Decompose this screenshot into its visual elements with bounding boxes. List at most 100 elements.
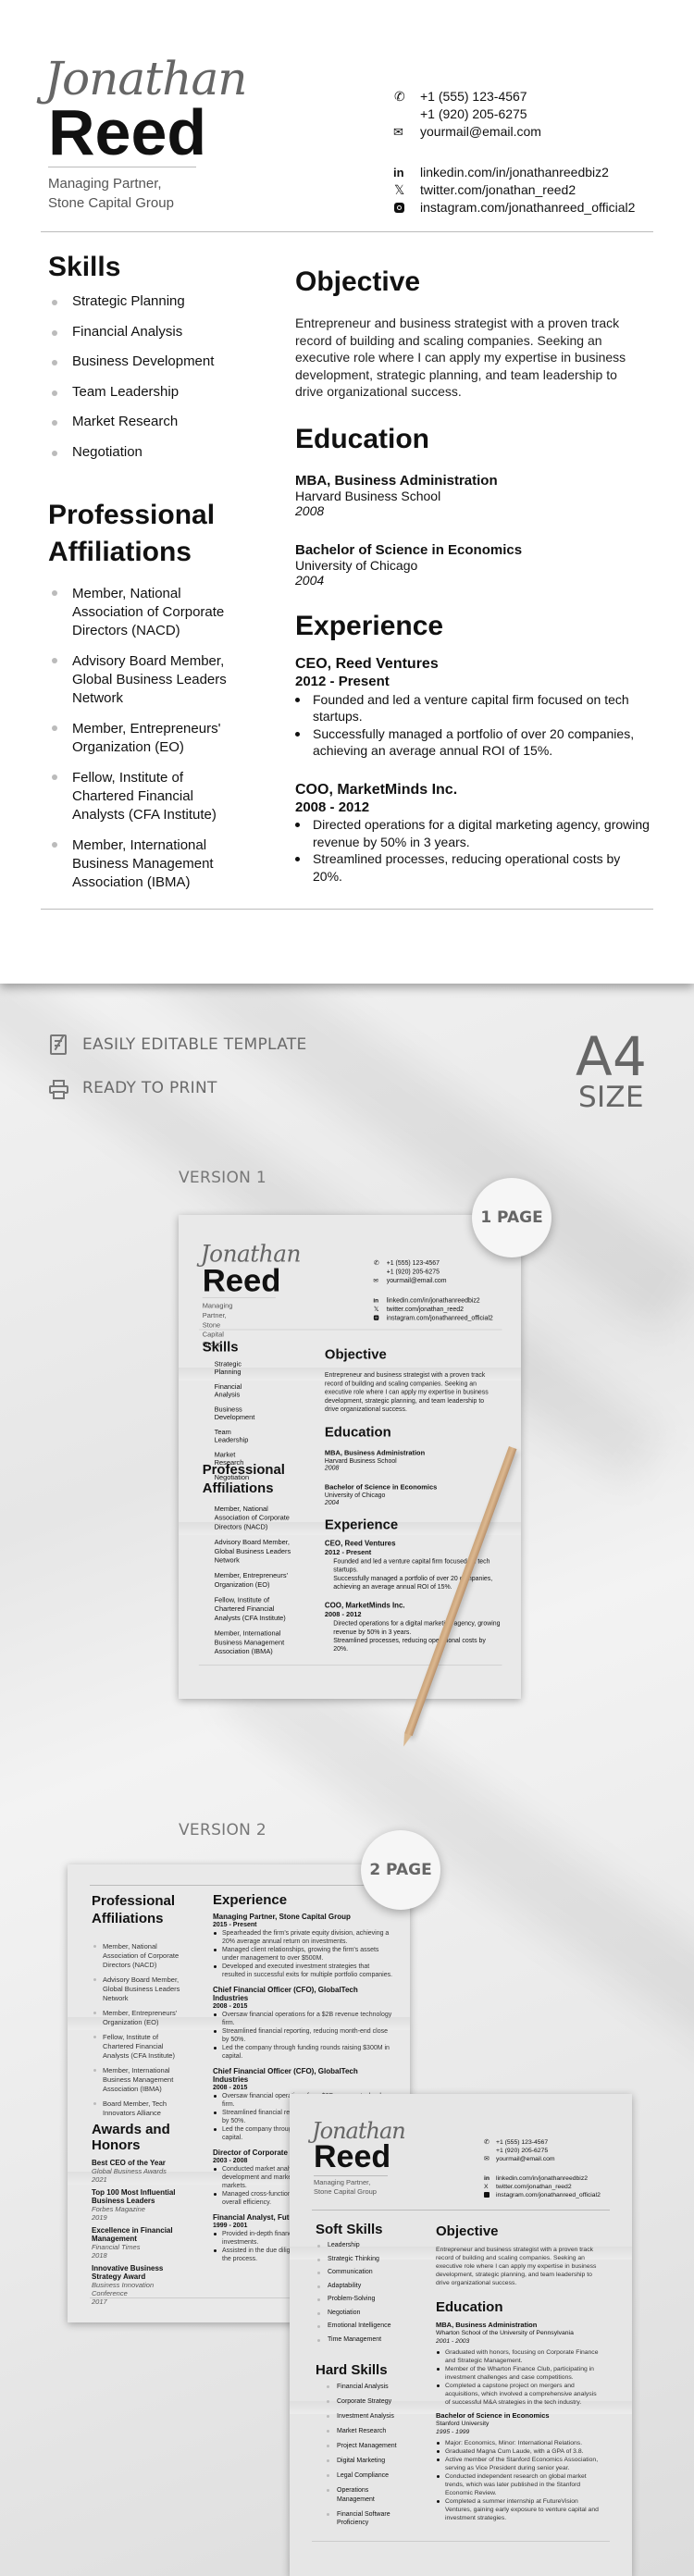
v2-affiliations-list: Member, National Association of Corporat… xyxy=(92,1942,184,2124)
soft-skill-item: Communication xyxy=(316,2269,391,2275)
award-entry: Best CEO of the Year Global Business Awar… xyxy=(92,2159,184,2184)
affiliation-item: Member, National Association of Corporat… xyxy=(48,585,242,640)
soft-skill-item: Problem-Solving xyxy=(316,2296,391,2302)
v2-education-bullet: Member of the Wharton Finance Club, part… xyxy=(436,2365,602,2382)
skills-heading: Skills xyxy=(202,1339,239,1355)
twitter-link[interactable]: twitter.com/jonathan_reed2 xyxy=(420,182,576,197)
instagram-link[interactable]: instagram.com/jonathanreed_official2 xyxy=(387,1314,493,1321)
v2-experience-bullet: Streamlined financial reporting, reducin… xyxy=(213,2027,393,2044)
affiliations-heading-line1: Professional xyxy=(202,1462,285,1478)
resume-page: Jonathan Reed Managing Partner, Stone Ca… xyxy=(0,0,694,984)
v2-affiliation-item: Board Member, Tech Innovators Alliance xyxy=(92,2099,184,2118)
v2-education-bullet: Completed a capstone project on mergers … xyxy=(436,2382,602,2407)
objective-text: Entrepreneur and business strategist wit… xyxy=(295,316,626,399)
hard-skill-item: Operations Management xyxy=(325,2486,399,2504)
experience-dates: 2012 - Present xyxy=(295,674,390,689)
instagram-link[interactable]: instagram.com/jonathanreed_official2 xyxy=(420,200,635,215)
objective-heading: Objective xyxy=(295,266,421,297)
email-icon: ✉ xyxy=(393,125,403,139)
experience-entry: CEO, Reed Ventures 2012 - Present Founded … xyxy=(295,654,651,760)
skills-heading: Skills xyxy=(48,252,121,282)
v2-education-degree: MBA, Business Administration xyxy=(436,2321,538,2329)
email-link[interactable]: yourmail@email.com xyxy=(387,1276,447,1283)
x-twitter-icon: 𝕏 xyxy=(373,1305,379,1313)
v2-experience-bullet: Spearheaded the firm's private equity di… xyxy=(213,1929,393,1946)
phone-secondary[interactable]: +1 (920) 205-6275 xyxy=(420,106,527,121)
feature-editable: EASILY EDITABLE TEMPLATE xyxy=(82,1035,307,1054)
education-year: 2004 xyxy=(295,573,325,588)
hard-skill-item: Legal Compliance xyxy=(325,2471,399,2481)
edit-document-icon xyxy=(50,1034,67,1055)
skill-item: Market Research xyxy=(48,414,214,429)
skill-item: Strategic Planning xyxy=(203,1360,255,1376)
hard-skill-item: Financial Software Proficiency xyxy=(325,2510,399,2528)
version1-preview: Jonathan Reed Managing Partner, Stone Ca… xyxy=(179,1215,521,1699)
award-year: 2018 xyxy=(92,2251,107,2260)
soft-skill-item: Adaptability xyxy=(316,2283,391,2289)
linkedin-link[interactable]: linkedin.com/in/jonathanreedbiz2 xyxy=(420,165,609,180)
v2-education-bullets: Major: Economics, Minor: International R… xyxy=(436,2439,602,2522)
education-school: University of Chicago xyxy=(295,558,418,573)
education-school: Harvard Business School xyxy=(295,489,441,503)
a4-label: A4 xyxy=(576,1025,648,1088)
affiliation-item: Advisory Board Member, Global Business L… xyxy=(48,652,242,708)
v2-education-bullet: Conducted independent research on global… xyxy=(436,2472,602,2497)
job-title: Managing Partner, Stone Capital Group xyxy=(48,174,174,213)
v2-education-entry: Bachelor of Science in Economics Stanford… xyxy=(436,2411,602,2522)
v2-education-bullet: Graduated Magna Cum Laude, with a GPA of… xyxy=(436,2447,602,2456)
x-twitter-icon: 𝕏 xyxy=(394,182,405,197)
phone-primary[interactable]: +1 (555) 123-4567 xyxy=(420,89,527,104)
award-year: 2019 xyxy=(92,2213,107,2222)
v2-experience-bullet: Developed and executed investment strate… xyxy=(213,1963,393,1979)
v2-education-bullet: Completed a summer internship at FutureV… xyxy=(436,2497,602,2522)
experience-role: COO, MarketMinds Inc. xyxy=(324,1602,405,1610)
affiliation-item: Member, International Business Managemen… xyxy=(48,836,242,892)
skill-item: Financial Analysis xyxy=(48,324,214,340)
education-school: Harvard Business School xyxy=(324,1456,397,1465)
skill-item: Financial Analysis xyxy=(203,1382,255,1398)
header-divider xyxy=(41,231,653,232)
size-label: SIZE xyxy=(578,1081,644,1114)
experience-bullets: Directed operations for a digital market… xyxy=(325,1619,502,1653)
skill-item: Business Development xyxy=(203,1406,255,1421)
experience-role: CEO, Reed Ventures xyxy=(295,656,439,672)
v2-education-entry: MBA, Business Administration Wharton Scho… xyxy=(436,2321,602,2407)
affiliation-item: Advisory Board Member, Global Business L… xyxy=(203,1538,299,1566)
experience-heading: Experience xyxy=(324,1517,399,1533)
experience-role: COO, MarketMinds Inc. xyxy=(295,781,458,798)
soft-skill-item: Emotional Intelligence xyxy=(316,2322,391,2329)
linkedin-link[interactable]: linkedin.com/in/jonathanreedbiz2 xyxy=(387,1296,480,1304)
phone-icon: ✆ xyxy=(373,1258,379,1267)
twitter-link[interactable]: twitter.com/jonathan_reed2 xyxy=(387,1306,464,1313)
v2-experience-role: Managing Partner, Stone Capital Group xyxy=(213,1913,351,1921)
experience-entry: COO, MarketMinds Inc. 2008 - 2012 Directed… xyxy=(325,1601,502,1653)
v2-experience-bullet: Managed client relationships, growing th… xyxy=(213,1946,393,1963)
experience-bullet: Streamlined processes, reducing operatio… xyxy=(325,1636,502,1653)
award-org: Business Innovation Conference xyxy=(92,2281,155,2297)
phone-primary[interactable]: +1 (555) 123-4567 xyxy=(387,1259,440,1267)
v2-affiliation-item: Member, Entrepreneurs' Organization (EO) xyxy=(92,2009,184,2027)
v2-education-year: 1995 - 1999 xyxy=(436,2429,470,2435)
feature-print: READY TO PRINT xyxy=(82,1079,217,1097)
education-degree: MBA, Business Administration xyxy=(324,1448,426,1457)
affiliations-heading-line1: Professional xyxy=(48,500,216,530)
awards-heading: Awards and Honors xyxy=(92,2122,170,2153)
phone-secondary[interactable]: +1 (920) 205-6275 xyxy=(387,1268,440,1275)
soft-skills-heading: Soft Skills xyxy=(316,2222,383,2237)
award-org: Forbes Magazine xyxy=(92,2205,145,2213)
v2-education-degree: Bachelor of Science in Economics xyxy=(436,2411,550,2420)
v2-affiliation-item: Member, National Association of Corporat… xyxy=(92,1942,184,1970)
version1-label: VERSION 1 xyxy=(179,1169,267,1187)
hard-skill-item: Market Research xyxy=(325,2427,399,2436)
soft-skill-item: Leadership xyxy=(316,2242,391,2248)
v2-education-school: Wharton School of the University of Penn… xyxy=(436,2330,574,2336)
hard-skills-heading: Hard Skills xyxy=(316,2362,388,2378)
skill-item: Team Leadership xyxy=(48,384,214,400)
v2-affiliation-item: Advisory Board Member, Global Business L… xyxy=(92,1975,184,2003)
hard-skill-item: Project Management xyxy=(325,2442,399,2451)
email-link[interactable]: yourmail@email.com xyxy=(420,124,541,139)
award-org: Global Business Awards xyxy=(92,2167,167,2175)
skill-item: Team Leadership xyxy=(203,1428,255,1443)
version2-badge: 2 PAGE xyxy=(361,1830,440,1910)
job-title-line1: Managing Partner, xyxy=(48,176,162,192)
